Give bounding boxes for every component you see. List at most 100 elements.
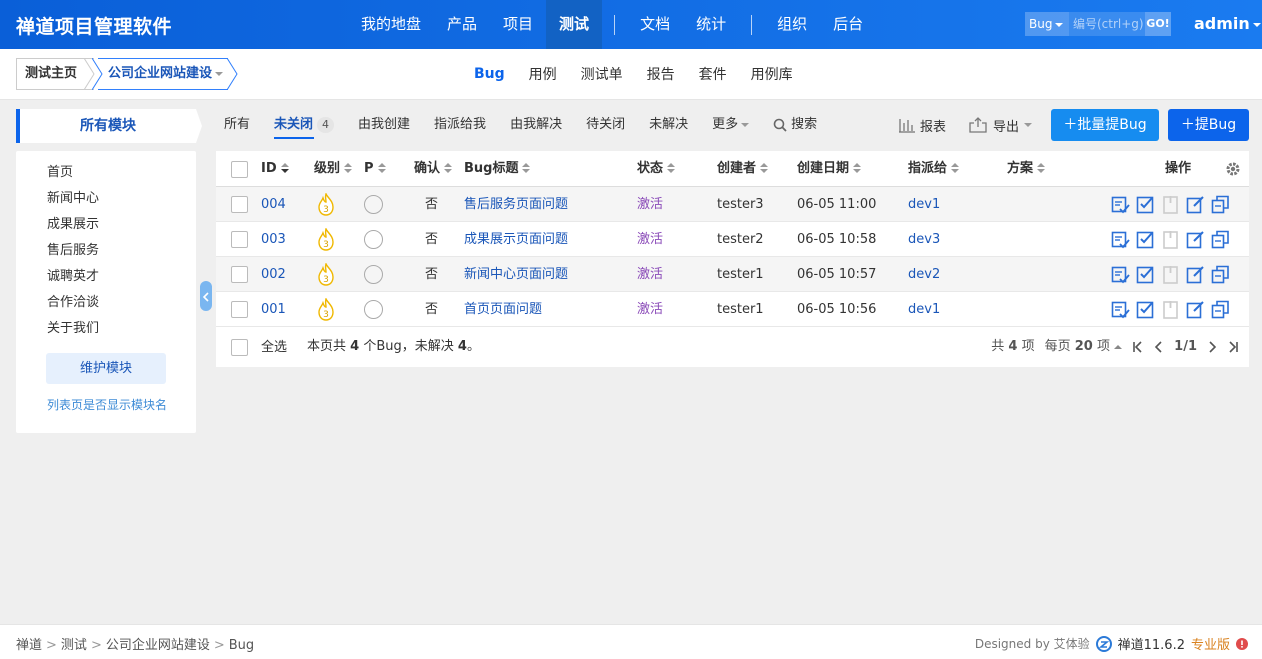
bug-id-link[interactable]: 002 <box>261 257 286 292</box>
edit-icon[interactable] <box>1186 230 1205 249</box>
module-item[interactable]: 成果展示 <box>16 216 196 242</box>
breadcrumb-link[interactable]: 公司企业网站建设 <box>106 638 210 653</box>
table-row[interactable]: 004 3 否 售后服务页面问题 激活 tester3 06-05 11:00 … <box>216 187 1249 222</box>
copy-icon[interactable] <box>1211 195 1230 214</box>
assigned-to-link[interactable]: dev1 <box>908 187 940 222</box>
col-status[interactable]: 状态 <box>637 151 676 187</box>
row-checkbox[interactable] <box>231 231 248 248</box>
module-item[interactable]: 关于我们 <box>16 320 196 346</box>
filter-all[interactable]: 所有 <box>212 109 262 141</box>
col-confirmed[interactable]: 确认 <box>414 151 453 187</box>
table-row[interactable]: 001 3 否 首页页面问题 激活 tester1 06-05 10:56 de… <box>216 292 1249 327</box>
nav-company[interactable]: 组织 <box>764 0 820 49</box>
nav-project[interactable]: 项目 <box>490 0 546 49</box>
bug-id-link[interactable]: 001 <box>261 292 286 327</box>
col-assigned-to[interactable]: 指派给 <box>908 151 960 187</box>
bug-title-link[interactable]: 售后服务页面问题 <box>464 187 568 222</box>
first-page-icon[interactable] <box>1132 341 1144 353</box>
select-all-checkbox[interactable] <box>231 339 248 356</box>
next-page-icon[interactable] <box>1207 341 1217 353</box>
copy-icon[interactable] <box>1211 300 1230 319</box>
resolve-bug-icon[interactable] <box>1136 300 1155 319</box>
edit-icon[interactable] <box>1186 195 1205 214</box>
gear-icon[interactable] <box>1225 161 1241 177</box>
copy-icon[interactable] <box>1211 230 1230 249</box>
module-item[interactable]: 首页 <box>16 164 196 190</box>
report-button[interactable]: 报表 <box>898 109 946 141</box>
prev-page-icon[interactable] <box>1154 341 1164 353</box>
assigned-to-link[interactable]: dev1 <box>908 292 940 327</box>
confirm-bug-icon[interactable] <box>1111 265 1130 284</box>
col-severity[interactable]: 级别 <box>314 151 353 187</box>
assigned-to-link[interactable]: dev3 <box>908 222 940 257</box>
breadcrumb-link[interactable]: 禅道 <box>16 638 42 653</box>
nav-report[interactable]: 统计 <box>683 0 739 49</box>
filter-unresolved[interactable]: 未解决 <box>637 109 700 141</box>
module-item[interactable]: 售后服务 <box>16 242 196 268</box>
row-checkbox[interactable] <box>231 301 248 318</box>
resolve-bug-icon[interactable] <box>1136 265 1155 284</box>
tab-caselib[interactable]: 用例库 <box>739 64 805 84</box>
bug-title-link[interactable]: 新闻中心页面问题 <box>464 257 568 292</box>
confirm-bug-icon[interactable] <box>1111 300 1130 319</box>
col-created-date[interactable]: 创建日期 <box>797 151 862 187</box>
filter-to-close[interactable]: 待关闭 <box>574 109 637 141</box>
per-page-select[interactable]: 每页 20 项 <box>1045 327 1123 367</box>
bug-title-link[interactable]: 成果展示页面问题 <box>464 222 568 257</box>
table-row[interactable]: 003 3 否 成果展示页面问题 激活 tester2 06-05 10:58 … <box>216 222 1249 257</box>
create-bug-button[interactable]: ＋提Bug <box>1168 109 1249 141</box>
row-checkbox[interactable] <box>231 196 248 213</box>
table-row[interactable]: 002 3 否 新闻中心页面问题 激活 tester1 06-05 10:57 … <box>216 257 1249 292</box>
close-bug-icon[interactable] <box>1161 265 1180 284</box>
tab-testtask[interactable]: 测试单 <box>569 64 635 84</box>
filter-unclosed[interactable]: 未关闭 4 <box>262 109 346 141</box>
module-item[interactable]: 合作洽谈 <box>16 294 196 320</box>
confirm-bug-icon[interactable] <box>1111 195 1130 214</box>
bug-id-link[interactable]: 004 <box>261 187 286 222</box>
search-go-button[interactable]: GO! <box>1145 12 1171 36</box>
tab-bug[interactable]: Bug <box>462 66 517 82</box>
breadcrumb-test-home[interactable]: 测试主页 <box>16 58 94 90</box>
batch-create-bug-button[interactable]: ＋批量提Bug <box>1051 109 1159 141</box>
search-input[interactable] <box>1069 12 1145 36</box>
module-tree-title[interactable]: 所有模块 <box>16 109 196 143</box>
filter-assigned-to-me[interactable]: 指派给我 <box>422 109 498 141</box>
edit-icon[interactable] <box>1186 300 1205 319</box>
nav-my[interactable]: 我的地盘 <box>348 0 434 49</box>
confirm-bug-icon[interactable] <box>1111 230 1130 249</box>
edition-link[interactable]: 专业版 <box>1191 634 1230 653</box>
tab-case[interactable]: 用例 <box>517 64 569 84</box>
sidebar-collapse-toggle[interactable] <box>200 281 212 311</box>
close-bug-icon[interactable] <box>1161 230 1180 249</box>
user-menu[interactable]: admin <box>1194 14 1261 33</box>
last-page-icon[interactable] <box>1227 341 1239 353</box>
copy-icon[interactable] <box>1211 265 1230 284</box>
col-creator[interactable]: 创建者 <box>717 151 769 187</box>
module-item[interactable]: 新闻中心 <box>16 190 196 216</box>
nav-test[interactable]: 测试 <box>546 0 603 49</box>
version-link[interactable]: 禅道11.6.2 <box>1118 634 1185 653</box>
select-all-label[interactable]: 全选 <box>261 329 287 364</box>
tab-report[interactable]: 报告 <box>635 64 687 84</box>
edit-icon[interactable] <box>1186 265 1205 284</box>
bug-title-link[interactable]: 首页页面问题 <box>464 292 542 327</box>
select-all-header-checkbox[interactable] <box>231 161 248 178</box>
filter-created-by-me[interactable]: 由我创建 <box>346 109 422 141</box>
product-switcher[interactable]: 公司企业网站建设 <box>98 58 228 90</box>
nav-product[interactable]: 产品 <box>434 0 490 49</box>
col-resolution[interactable]: 方案 <box>1007 151 1046 187</box>
module-item[interactable]: 诚聘英才 <box>16 268 196 294</box>
col-title[interactable]: Bug标题 <box>464 151 531 187</box>
search-type-select[interactable]: Bug <box>1025 12 1069 36</box>
show-module-name-link[interactable]: 列表页是否显示模块名 <box>47 396 167 413</box>
resolve-bug-icon[interactable] <box>1136 195 1155 214</box>
tab-suite[interactable]: 套件 <box>687 64 739 84</box>
search-toggle-button[interactable]: 搜索 <box>761 109 829 141</box>
filter-resolved-by-me[interactable]: 由我解决 <box>498 109 574 141</box>
col-id[interactable]: ID <box>261 151 289 187</box>
breadcrumb-link[interactable]: 测试 <box>61 638 87 653</box>
nav-doc[interactable]: 文档 <box>627 0 683 49</box>
filter-more-dropdown[interactable]: 更多 <box>700 109 761 141</box>
export-dropdown[interactable]: 导出 <box>969 109 1033 141</box>
maintain-module-button[interactable]: 维护模块 <box>46 353 166 384</box>
